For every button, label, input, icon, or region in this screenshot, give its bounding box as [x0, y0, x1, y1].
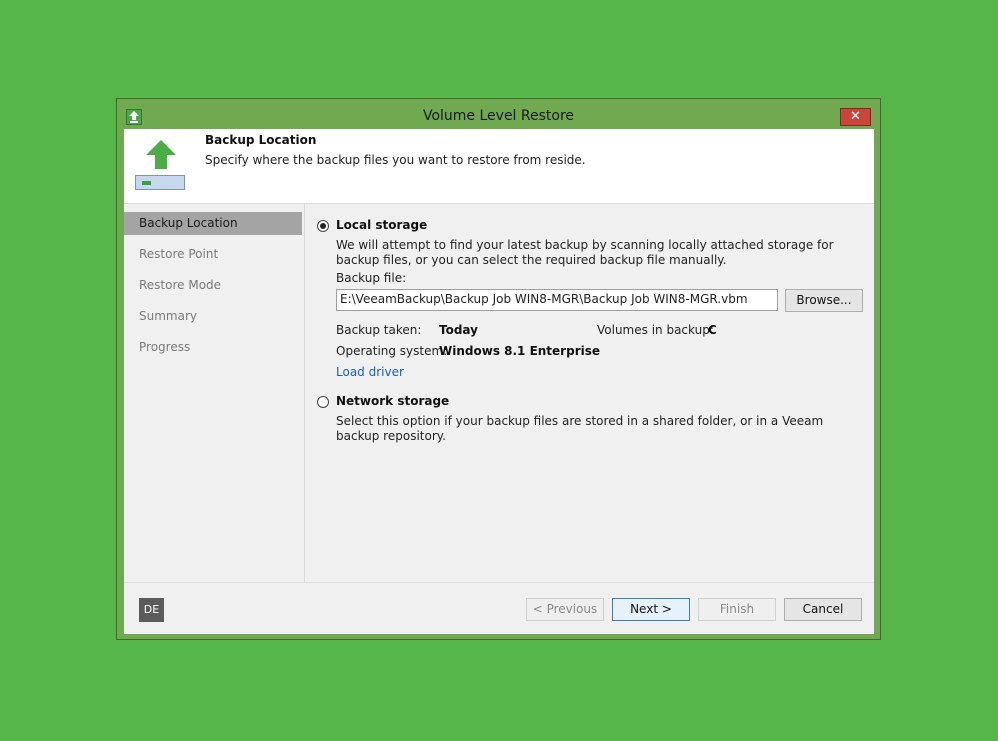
volumes-label: Volumes in backup:: [597, 323, 714, 337]
close-button[interactable]: ✕: [840, 108, 871, 126]
local-storage-radio[interactable]: [317, 220, 329, 232]
step-title: Backup Location: [205, 133, 317, 147]
previous-button[interactable]: < Previous: [526, 598, 604, 621]
step-summary[interactable]: Summary: [124, 305, 302, 328]
finish-button[interactable]: Finish: [698, 598, 776, 621]
step-backup-location[interactable]: Backup Location: [124, 212, 302, 235]
restore-arrow-drive-icon: [135, 138, 187, 194]
wizard-steps-nav: Backup Location Restore Point Restore Mo…: [124, 204, 305, 582]
close-icon: ✕: [850, 109, 861, 124]
wizard-client-area: Backup Location Specify where the backup…: [124, 129, 874, 634]
network-storage-radio[interactable]: [317, 396, 329, 408]
volumes-value: C: [708, 323, 717, 337]
restore-wizard-window: Volume Level Restore ✕ Backup Location S…: [116, 98, 881, 640]
step-description: Specify where the backup files you want …: [205, 153, 586, 167]
backup-file-input[interactable]: E:\VeeamBackup\Backup Job WIN8-MGR\Backu…: [336, 289, 778, 311]
operating-system-value: Windows 8.1 Enterprise: [439, 344, 601, 358]
cancel-button[interactable]: Cancel: [784, 598, 862, 621]
step-progress[interactable]: Progress: [124, 336, 302, 359]
browse-button[interactable]: Browse...: [785, 289, 863, 312]
language-badge: DE: [139, 598, 164, 622]
window-title: Volume Level Restore: [422, 108, 575, 124]
wizard-header: Backup Location Specify where the backup…: [124, 129, 874, 204]
local-storage-label[interactable]: Local storage: [336, 218, 427, 232]
load-driver-link[interactable]: Load driver: [336, 365, 404, 379]
operating-system-label: Operating system:: [336, 344, 448, 358]
backup-file-label: Backup file:: [336, 271, 407, 285]
wizard-footer: DE < Previous Next > Finish Cancel: [124, 582, 874, 634]
backup-taken-label: Backup taken:: [336, 323, 422, 337]
local-storage-description: We will attempt to find your latest back…: [336, 238, 834, 267]
backup-taken-value: Today: [439, 323, 478, 337]
network-storage-description: Select this option if your backup files …: [336, 414, 824, 443]
step-restore-mode[interactable]: Restore Mode: [124, 274, 302, 297]
network-storage-label[interactable]: Network storage: [336, 394, 449, 408]
desktop-background: { "window": { "title": "Volume Level Res…: [0, 0, 998, 741]
next-button[interactable]: Next >: [612, 598, 690, 621]
title-bar[interactable]: Volume Level Restore ✕: [117, 99, 880, 129]
step-restore-point[interactable]: Restore Point: [124, 243, 302, 266]
